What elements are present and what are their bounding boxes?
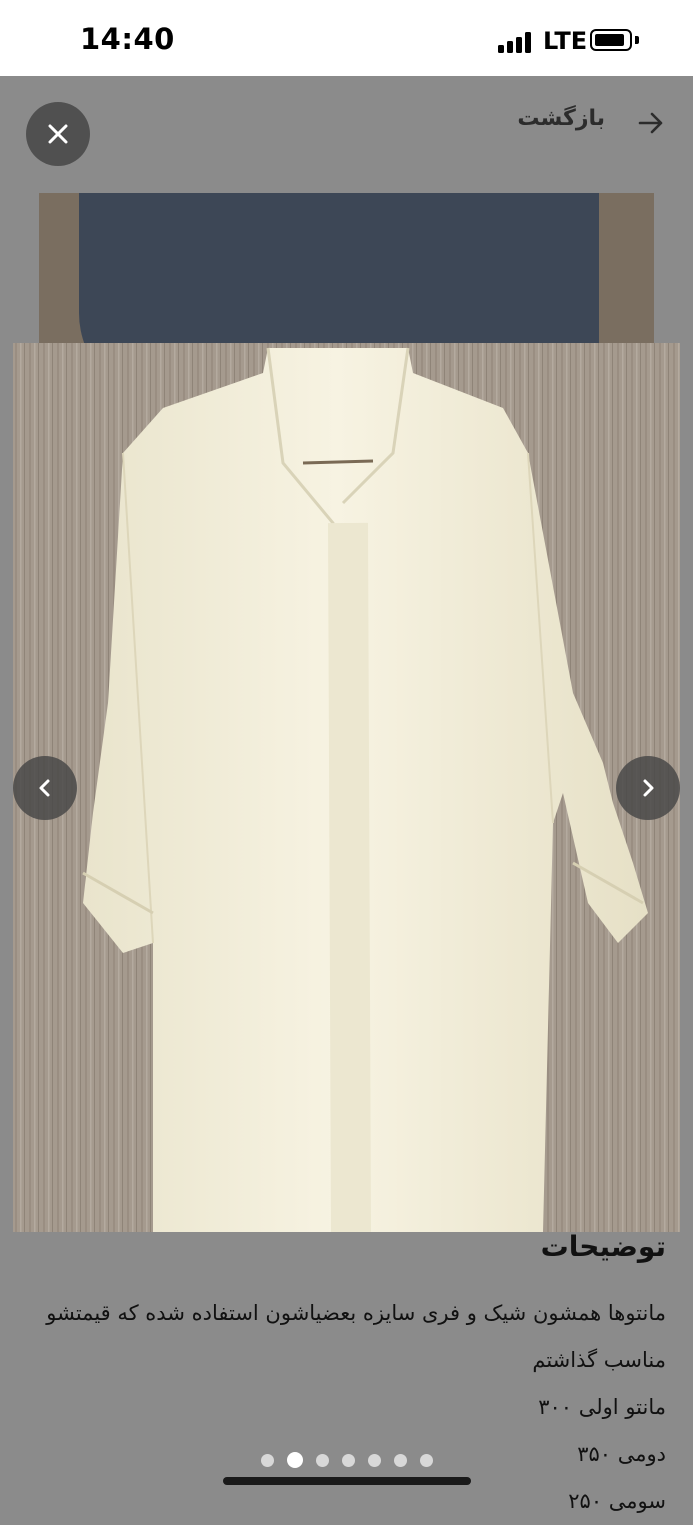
chevron-right-icon: [643, 779, 654, 797]
description-line: مانتو اولی ۳۰۰: [538, 1395, 666, 1419]
page-dot[interactable]: [316, 1454, 329, 1467]
close-button[interactable]: [26, 102, 90, 166]
page-dot[interactable]: [394, 1454, 407, 1467]
description-title: توضیحات: [540, 1230, 666, 1263]
description-line: مناسب گذاشتم: [532, 1348, 666, 1372]
description-text: مانتوها همشون شیک و فری سایزه بعضیاشون ا…: [26, 1290, 666, 1525]
battery-tip: [635, 36, 639, 44]
signal-icon: [498, 31, 536, 53]
chevron-left-icon: [39, 779, 50, 797]
network-type: LTE: [543, 27, 588, 55]
gallery-pagination: [258, 1452, 438, 1468]
status-time: 14:40: [80, 22, 175, 56]
description-line: مانتوها همشون شیک و فری سایزه بعضیاشون ا…: [46, 1301, 666, 1325]
page-dot-active[interactable]: [287, 1452, 303, 1468]
status-bar: 14:40 LTE: [0, 0, 693, 76]
arrow-right-icon[interactable]: [636, 108, 666, 138]
page-dot[interactable]: [342, 1454, 355, 1467]
description-line: سومی ۲۵۰: [568, 1489, 666, 1513]
previous-image-button[interactable]: [13, 756, 77, 820]
page-dot[interactable]: [261, 1454, 274, 1467]
home-indicator[interactable]: [223, 1477, 471, 1485]
image-viewer[interactable]: [13, 343, 680, 1232]
battery-icon: [590, 29, 632, 51]
header: بازگشت: [0, 76, 693, 176]
next-image-button[interactable]: [616, 756, 680, 820]
back-label[interactable]: بازگشت: [517, 106, 605, 131]
page-dot[interactable]: [420, 1454, 433, 1467]
coat-photo: [13, 343, 680, 1232]
close-icon: [48, 124, 68, 144]
page-dot[interactable]: [368, 1454, 381, 1467]
